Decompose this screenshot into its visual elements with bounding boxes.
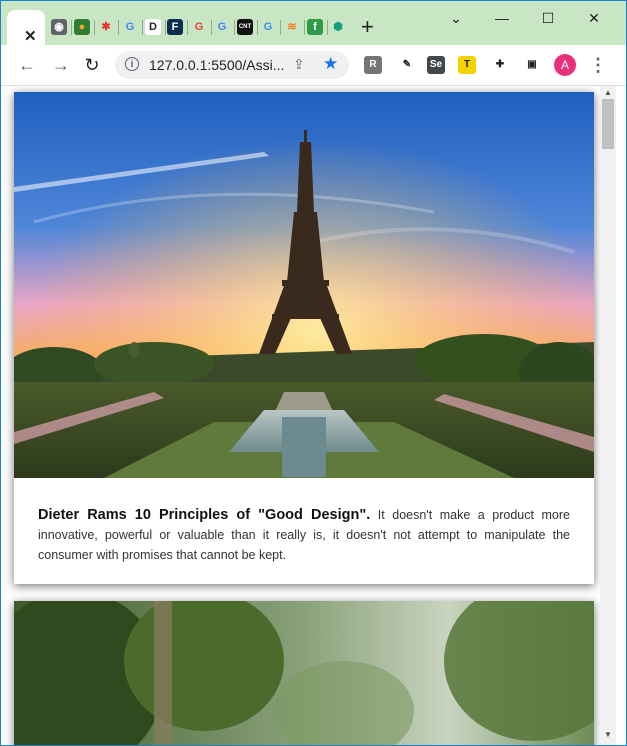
- browser-toolbar: ← → ↻ i 127.0.0.1:5500/Assi... ⇪ ★ R ✎ Se T…: [1, 45, 626, 86]
- tab-close-icon[interactable]: ✕: [24, 28, 37, 46]
- asterisk-icon[interactable]: ✱: [98, 19, 114, 35]
- active-tab[interactable]: ✕: [7, 10, 45, 45]
- caption-title: Dieter Rams 10 Principles of "Good Desig…: [38, 507, 371, 523]
- maximize-button[interactable]: ☐: [533, 7, 563, 29]
- tab-separator: [234, 20, 235, 35]
- tab-separator: [118, 20, 119, 35]
- forward-button[interactable]: →: [50, 54, 72, 76]
- tab-strip: ✕ ◉ ● ✱ G D F G G CNT G ≋ f ⬢ + ⌄ — ☐ ✕: [1, 1, 626, 45]
- tab-separator: [71, 20, 72, 35]
- tab-separator: [165, 20, 166, 35]
- google-color-icon[interactable]: G: [191, 19, 207, 35]
- earth-icon[interactable]: ●: [74, 19, 90, 35]
- hex-icon[interactable]: ⬢: [330, 19, 346, 35]
- vertical-scrollbar[interactable]: ▲ ▼: [600, 86, 616, 745]
- tab-separator: [304, 20, 305, 35]
- tab-separator: [257, 20, 258, 35]
- t-extension-icon[interactable]: T: [458, 56, 476, 74]
- tab-search-chevron-icon[interactable]: ⌄: [441, 7, 471, 29]
- google-icon-2[interactable]: G: [214, 19, 230, 35]
- reload-button[interactable]: ↻: [81, 54, 103, 76]
- scroll-down-arrow-icon[interactable]: ▼: [604, 730, 612, 739]
- eyedropper-extension-icon[interactable]: ✎: [398, 56, 416, 74]
- eiffel-tower-photo: [14, 92, 594, 478]
- tab-separator: [211, 20, 212, 35]
- stack-icon[interactable]: ≋: [284, 19, 300, 35]
- page-viewport: Dieter Rams 10 Principles of "Good Desig…: [1, 86, 626, 745]
- scrollbar-thumb[interactable]: [602, 99, 614, 149]
- address-bar[interactable]: i 127.0.0.1:5500/Assi... ⇪ ★: [115, 51, 349, 79]
- back-button[interactable]: ←: [16, 54, 38, 76]
- design-card: Dieter Rams 10 Principles of "Good Desig…: [14, 92, 594, 584]
- tab-separator: [187, 20, 188, 35]
- tab-separator: [280, 20, 281, 35]
- scroll-up-arrow-icon[interactable]: ▲: [604, 88, 612, 97]
- url-text[interactable]: 127.0.0.1:5500/Assi...: [149, 58, 284, 73]
- google-icon[interactable]: G: [122, 19, 138, 35]
- close-window-button[interactable]: ✕: [579, 7, 609, 29]
- selenium-extension-icon[interactable]: Se: [427, 56, 445, 74]
- tab-separator: [94, 20, 95, 35]
- globe-icon[interactable]: ◉: [51, 19, 67, 35]
- bookmark-star-icon[interactable]: ★: [323, 54, 338, 74]
- f-logo-icon[interactable]: F: [167, 19, 183, 35]
- browser-menu-icon[interactable]: ⋮: [589, 54, 607, 76]
- google-icon-3[interactable]: G: [260, 19, 276, 35]
- card-caption: Dieter Rams 10 Principles of "Good Desig…: [38, 505, 570, 565]
- r-extension-icon[interactable]: R: [364, 56, 382, 74]
- new-tab-button[interactable]: +: [361, 15, 374, 39]
- share-icon[interactable]: ⇪: [293, 56, 305, 73]
- sidepanel-icon[interactable]: ▣: [523, 56, 541, 74]
- site-info-icon[interactable]: i: [125, 57, 139, 71]
- puzzle-extensions-icon[interactable]: ✚: [491, 56, 509, 74]
- forest-photo: [14, 601, 594, 745]
- profile-avatar[interactable]: A: [554, 54, 576, 76]
- browser-window: ✕ ◉ ● ✱ G D F G G CNT G ≋ f ⬢ + ⌄ — ☐ ✕ ← → ↻ i 127.…: [1, 1, 626, 745]
- minimize-button[interactable]: —: [487, 7, 517, 29]
- tab-separator: [327, 20, 328, 35]
- cnt-logo-icon[interactable]: CNT: [237, 19, 253, 35]
- tab-separator: [142, 20, 143, 35]
- forest-card: [14, 601, 594, 745]
- f-circle-icon[interactable]: f: [307, 19, 323, 35]
- d-logo-icon[interactable]: D: [145, 19, 161, 35]
